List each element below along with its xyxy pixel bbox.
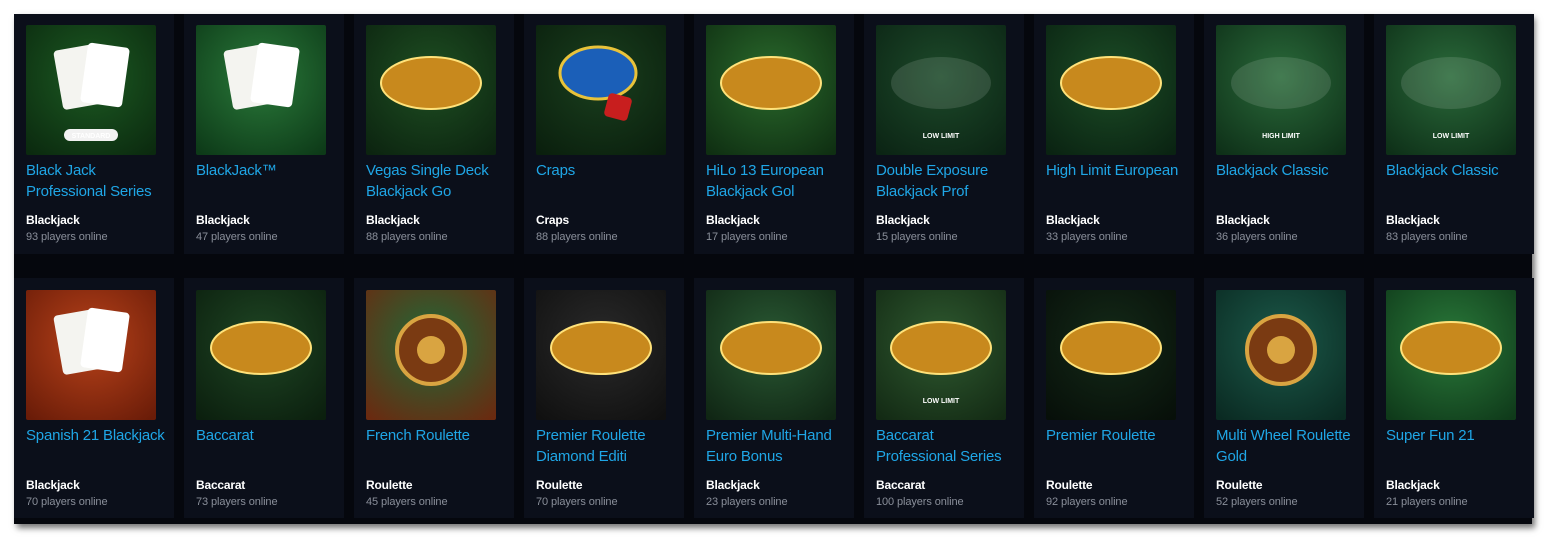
- game-title-link[interactable]: Premier Roulette: [1046, 425, 1186, 446]
- game-card[interactable]: LOW LIMIT Blackjack Classic Blackjack 83 pl…: [1374, 14, 1534, 254]
- players-online-count: 36 players online: [1216, 231, 1298, 243]
- blackjack-table-icon[interactable]: STANDARD: [26, 25, 156, 155]
- game-category: Baccarat: [196, 478, 246, 492]
- thumbnail-limit-label: STANDARD: [72, 133, 111, 140]
- game-card[interactable]: LOW LIMIT Double Exposure Blackjack Prof B…: [864, 14, 1024, 254]
- game-category: Blackjack: [366, 213, 420, 227]
- premier-roulette-logo-icon[interactable]: [1046, 290, 1176, 420]
- game-category: Roulette: [1046, 478, 1093, 492]
- game-title-link[interactable]: Premier Roulette Diamond Editi: [536, 425, 676, 467]
- game-category: Blackjack: [26, 478, 80, 492]
- game-card[interactable]: High Limit European Blackjack 33 players o…: [1034, 14, 1194, 254]
- game-category: Blackjack: [196, 213, 250, 227]
- players-online-count: 15 players online: [876, 231, 958, 243]
- thumbnail-limit-label: LOW LIMIT: [923, 133, 960, 140]
- game-category: Blackjack: [1046, 213, 1100, 227]
- premier-roulette-logo-icon[interactable]: [536, 290, 666, 420]
- game-category: Blackjack: [1216, 213, 1270, 227]
- game-card[interactable]: Super Fun 21 Blackjack 21 players online: [1374, 278, 1534, 518]
- players-online-count: 83 players online: [1386, 231, 1468, 243]
- game-row-1: STANDARD Black Jack Professional Series Bl…: [14, 14, 1534, 254]
- european-redeal-logo-icon[interactable]: [1046, 25, 1176, 155]
- game-title-link[interactable]: Baccarat Professional Series: [876, 425, 1016, 467]
- game-card[interactable]: Spanish 21 Blackjack Blackjack 70 players …: [14, 278, 174, 518]
- players-online-count: 21 players online: [1386, 496, 1468, 508]
- game-card[interactable]: HiLo 13 European Blackjack Gol Blackjack 1…: [694, 14, 854, 254]
- players-online-count: 100 players online: [876, 496, 964, 508]
- game-title-link[interactable]: Multi Wheel Roulette Gold: [1216, 425, 1356, 467]
- game-category: Roulette: [536, 478, 583, 492]
- game-row-2: Spanish 21 Blackjack Blackjack 70 players …: [14, 278, 1534, 518]
- blackjack-classic-logo-icon[interactable]: LOW LIMIT: [1386, 25, 1516, 155]
- game-card[interactable]: Vegas Single Deck Blackjack Go Blackjack 8…: [354, 14, 514, 254]
- game-card[interactable]: French Roulette Roulette 45 players online: [354, 278, 514, 518]
- game-title-link[interactable]: Craps: [536, 160, 676, 181]
- game-grid-panel: STANDARD Black Jack Professional Series Bl…: [14, 14, 1534, 524]
- players-online-count: 17 players online: [706, 231, 788, 243]
- game-category: Roulette: [366, 478, 413, 492]
- game-card[interactable]: Premier Roulette Roulette 92 players onlin…: [1034, 278, 1194, 518]
- players-online-count: 23 players online: [706, 496, 788, 508]
- game-title-link[interactable]: Blackjack Classic: [1216, 160, 1356, 181]
- game-category: Blackjack: [26, 213, 80, 227]
- game-category: Blackjack: [1386, 213, 1440, 227]
- game-card[interactable]: Craps Craps 88 players online: [524, 14, 684, 254]
- double-exposure-logo-icon[interactable]: LOW LIMIT: [876, 25, 1006, 155]
- players-online-count: 70 players online: [26, 496, 108, 508]
- game-category: Baccarat: [876, 478, 926, 492]
- game-title-link[interactable]: Blackjack Classic: [1386, 160, 1526, 181]
- game-category: Craps: [536, 213, 570, 227]
- game-title-link[interactable]: Baccarat: [196, 425, 336, 446]
- game-card[interactable]: STANDARD Black Jack Professional Series Bl…: [14, 14, 174, 254]
- game-category: Blackjack: [1386, 478, 1440, 492]
- game-title-link[interactable]: Premier Multi-Hand Euro Bonus: [706, 425, 846, 467]
- game-title-link[interactable]: Spanish 21 Blackjack: [26, 425, 166, 446]
- game-title-link[interactable]: HiLo 13 European Blackjack Gol: [706, 160, 846, 202]
- thumbnail-limit-label: LOW LIMIT: [923, 398, 960, 405]
- game-title-link[interactable]: French Roulette: [366, 425, 506, 446]
- players-online-count: 88 players online: [366, 231, 448, 243]
- vegas-logo-icon[interactable]: [366, 25, 496, 155]
- thumbnail-limit-label: HIGH LIMIT: [1262, 133, 1300, 140]
- game-card[interactable]: Multi Wheel Roulette Gold Roulette 52 play…: [1204, 278, 1364, 518]
- playing-cards-icon[interactable]: [196, 25, 326, 155]
- thumbnail-limit-label: LOW LIMIT: [1433, 133, 1470, 140]
- game-title-link[interactable]: Black Jack Professional Series: [26, 160, 166, 202]
- game-title-link[interactable]: BlackJack™: [196, 160, 336, 181]
- game-category: Blackjack: [876, 213, 930, 227]
- players-online-count: 52 players online: [1216, 496, 1298, 508]
- game-title-link[interactable]: Vegas Single Deck Blackjack Go: [366, 160, 506, 202]
- players-online-count: 47 players online: [196, 231, 278, 243]
- game-category: Blackjack: [706, 213, 760, 227]
- players-online-count: 33 players online: [1046, 231, 1128, 243]
- game-category: Roulette: [1216, 478, 1263, 492]
- european-logo-icon[interactable]: [706, 25, 836, 155]
- dice-icon[interactable]: [536, 25, 666, 155]
- game-card[interactable]: Baccarat Baccarat 73 players online: [184, 278, 344, 518]
- game-card[interactable]: BlackJack™ Blackjack 47 players online: [184, 14, 344, 254]
- roulette-wheel-icon[interactable]: [366, 290, 496, 420]
- players-online-count: 73 players online: [196, 496, 278, 508]
- game-category: Blackjack: [706, 478, 760, 492]
- game-card[interactable]: HIGH LIMIT Blackjack Classic Blackjack 36 p…: [1204, 14, 1364, 254]
- blackjack-classic-logo-icon[interactable]: HIGH LIMIT: [1216, 25, 1346, 155]
- premier-blackjack-logo-icon[interactable]: [706, 290, 836, 420]
- baccarat-crest-icon[interactable]: LOW LIMIT: [876, 290, 1006, 420]
- players-online-count: 93 players online: [26, 231, 108, 243]
- game-title-link[interactable]: High Limit European: [1046, 160, 1186, 181]
- players-online-count: 45 players online: [366, 496, 448, 508]
- game-card[interactable]: Premier Multi-Hand Euro Bonus Blackjack 23…: [694, 278, 854, 518]
- game-card[interactable]: Premier Roulette Diamond Editi Roulette 70…: [524, 278, 684, 518]
- players-online-count: 70 players online: [536, 496, 618, 508]
- game-card[interactable]: LOW LIMIT Baccarat Professional Series Bac…: [864, 278, 1024, 518]
- baccarat-gold-logo-icon[interactable]: [196, 290, 326, 420]
- super-fun-21-logo-icon[interactable]: [1386, 290, 1516, 420]
- game-title-link[interactable]: Super Fun 21: [1386, 425, 1526, 446]
- multi-wheel-logo-icon[interactable]: [1216, 290, 1346, 420]
- players-online-count: 88 players online: [536, 231, 618, 243]
- spanish21-cards-icon[interactable]: [26, 290, 156, 420]
- game-title-link[interactable]: Double Exposure Blackjack Prof: [876, 160, 1016, 202]
- players-online-count: 92 players online: [1046, 496, 1128, 508]
